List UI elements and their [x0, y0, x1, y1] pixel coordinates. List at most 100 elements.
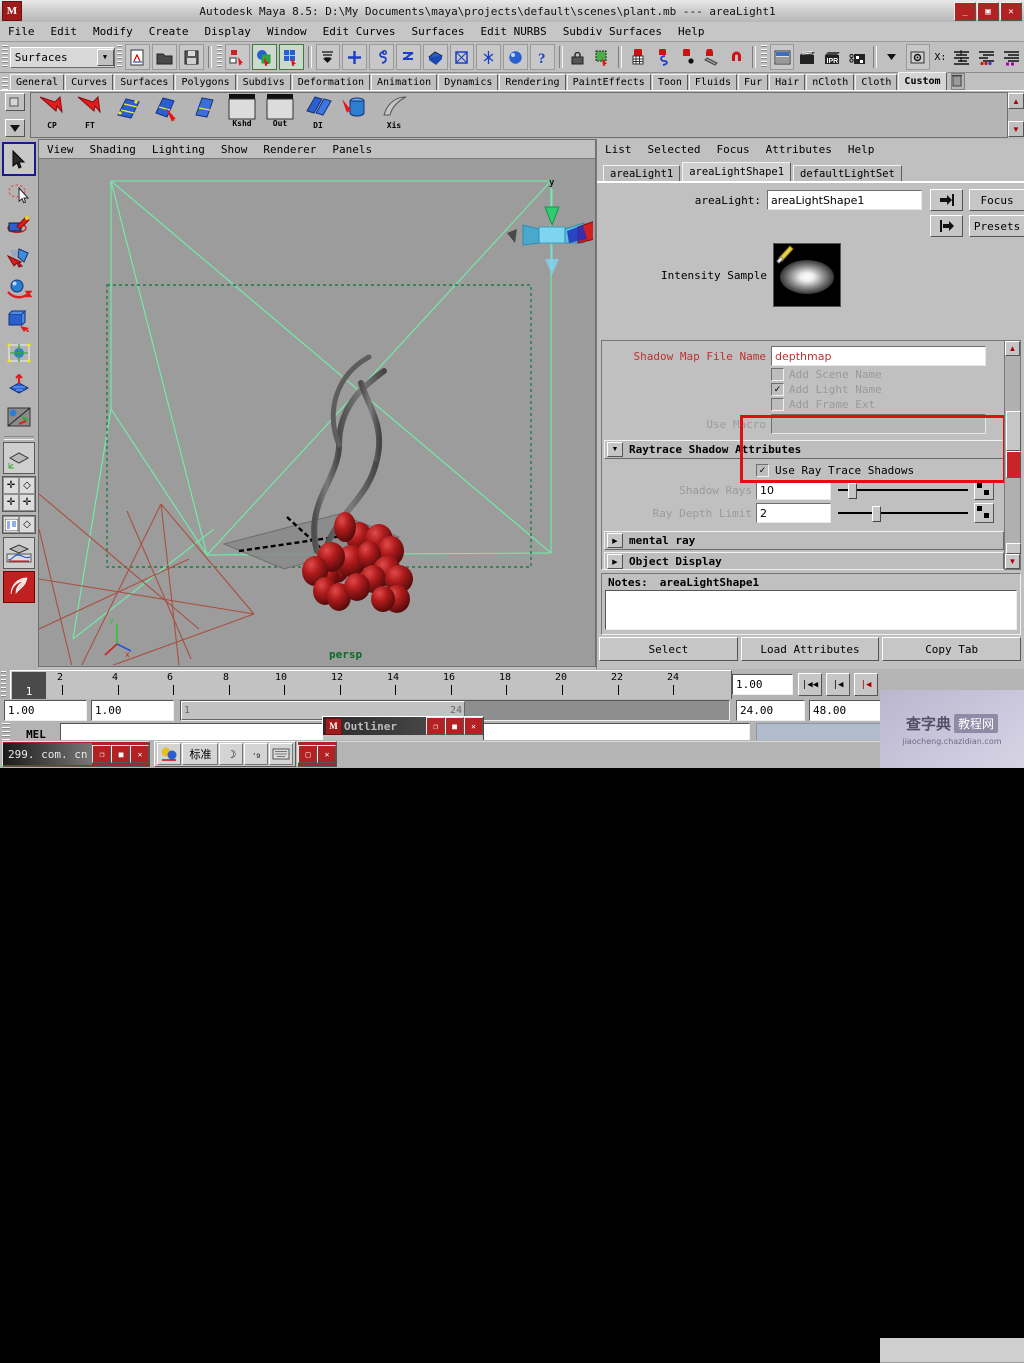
- ae-tab-defaultlightset[interactable]: defaultLightSet: [793, 165, 902, 181]
- menu-create[interactable]: Create: [141, 24, 197, 39]
- scrollbar-marker[interactable]: [1006, 451, 1021, 478]
- soft-modification-tool[interactable]: [4, 370, 34, 400]
- animation-start-time-field[interactable]: 1.00: [4, 699, 87, 721]
- ime-mode-label[interactable]: 标准: [182, 743, 219, 765]
- shadow-map-file-name-input[interactable]: depthmap: [771, 346, 986, 366]
- chevron-down-icon[interactable]: [880, 45, 904, 69]
- shelf-tab-animation[interactable]: Animation: [371, 74, 438, 90]
- ae-menu-selected[interactable]: Selected: [640, 143, 709, 156]
- menu-help[interactable]: Help: [670, 24, 713, 39]
- paint-effects-layout[interactable]: [3, 571, 35, 603]
- ae-menu-focus[interactable]: Focus: [708, 143, 757, 156]
- ime-logo-icon[interactable]: [157, 743, 182, 765]
- render-view-icon[interactable]: [905, 44, 931, 70]
- shelf-item-cylinder[interactable]: [339, 93, 373, 135]
- shadow-rays-slider[interactable]: [838, 482, 968, 499]
- shelf-item-surface-3[interactable]: [187, 93, 221, 135]
- taskbar-extra-restore-button[interactable]: □: [298, 745, 318, 763]
- taskbar-restore-button[interactable]: ■: [111, 745, 131, 763]
- presets-button[interactable]: Presets: [969, 215, 1024, 237]
- intensity-sample-swatch[interactable]: [773, 243, 841, 307]
- shelf-tab-dynamics[interactable]: Dynamics: [438, 74, 499, 90]
- shelf-item-kshd[interactable]: Kshd: [225, 93, 259, 135]
- chevron-down-icon[interactable]: ▼: [607, 442, 623, 457]
- ime-keyboard-icon[interactable]: [269, 743, 294, 765]
- select-tool[interactable]: [2, 142, 36, 176]
- add-frame-ext-checkbox[interactable]: [771, 398, 784, 411]
- viewport-menu-lighting[interactable]: Lighting: [144, 143, 213, 156]
- ime-toolbar[interactable]: 标准 ☽ ·₉: [154, 741, 297, 767]
- shadow-rays-input[interactable]: 10: [756, 480, 831, 500]
- taskbar-extra-close-button[interactable]: ✕: [317, 745, 337, 763]
- tool-settings-icon[interactable]: [1000, 45, 1023, 69]
- current-time-field[interactable]: 1.00: [732, 674, 793, 695]
- raytrace-shadow-section-header[interactable]: ▼ Raytrace Shadow Attributes: [604, 440, 1004, 459]
- shelf-tab-rendering[interactable]: Rendering: [499, 74, 566, 90]
- menu-edit-nurbs[interactable]: Edit NURBS: [472, 24, 554, 39]
- new-scene-icon[interactable]: [125, 44, 151, 70]
- component-mask-icon[interactable]: [315, 44, 341, 70]
- statusline-grip[interactable]: [2, 45, 8, 69]
- shelf-tab-subdivs[interactable]: Subdivs: [236, 74, 291, 90]
- render-settings-icon[interactable]: [846, 45, 869, 69]
- shelf-item-ft[interactable]: FT: [73, 93, 107, 135]
- attribute-editor-icon[interactable]: [950, 45, 974, 69]
- menu-modify[interactable]: Modify: [85, 24, 141, 39]
- scroll-up-icon[interactable]: ▲: [1005, 341, 1020, 356]
- paint-selection-tool[interactable]: [4, 210, 34, 240]
- ime-moon-icon[interactable]: ☽: [219, 743, 244, 765]
- focus-button[interactable]: Focus: [969, 189, 1024, 211]
- snap-grid-icon[interactable]: [626, 45, 649, 69]
- quad-pane-br[interactable]: ✛: [19, 494, 35, 511]
- chevron-right-icon[interactable]: ▶: [607, 533, 623, 548]
- mental-ray-section-header[interactable]: ▶ mental ray: [604, 531, 1004, 550]
- taskbar-close-button[interactable]: ✕: [130, 745, 150, 763]
- add-scene-name-checkbox[interactable]: [771, 368, 784, 381]
- select-button[interactable]: Select: [599, 637, 738, 661]
- copy-tab-button[interactable]: Copy Tab: [882, 637, 1022, 661]
- go-to-start-icon[interactable]: |◀◀: [798, 673, 822, 696]
- object-display-section-header[interactable]: ▶ Object Display: [604, 552, 1004, 569]
- taskbar-minimize-button[interactable]: ❐: [92, 745, 112, 763]
- shelf-item-surface-2[interactable]: [149, 93, 183, 135]
- outliner-pane-icon[interactable]: [3, 516, 19, 533]
- shelf-tab-polygons[interactable]: Polygons: [175, 74, 236, 90]
- menu-surfaces[interactable]: Surfaces: [403, 24, 472, 39]
- viewport-menu-panels[interactable]: Panels: [324, 143, 380, 156]
- select-by-object-icon[interactable]: [252, 44, 277, 70]
- lasso-tool[interactable]: [4, 178, 34, 208]
- shelf-tab-ncloth[interactable]: nCloth: [806, 74, 855, 90]
- menu-edit[interactable]: Edit: [43, 24, 86, 39]
- trash-icon[interactable]: [950, 73, 965, 90]
- ae-menu-help[interactable]: Help: [840, 143, 883, 156]
- shelf-tab-curves[interactable]: Curves: [65, 74, 114, 90]
- menu-display[interactable]: Display: [197, 24, 259, 39]
- open-scene-icon[interactable]: [152, 44, 177, 70]
- outliner-restore-button[interactable]: ■: [445, 717, 464, 735]
- menu-window[interactable]: Window: [259, 24, 315, 39]
- move-tool[interactable]: [4, 242, 34, 272]
- time-slider-grip[interactable]: [1, 671, 6, 697]
- shelf-tab-general[interactable]: General: [10, 74, 65, 90]
- nav-input-icon[interactable]: [930, 189, 964, 211]
- magnet-icon[interactable]: [725, 45, 749, 69]
- ae-node-name-input[interactable]: areaLightShape1: [766, 190, 923, 210]
- statusline-grip-3[interactable]: [216, 45, 223, 69]
- ae-attribute-scroll-area[interactable]: Shadow Map File Name depthmap Add Scene …: [601, 340, 1007, 570]
- shelf-tab-custom[interactable]: Custom: [898, 72, 947, 90]
- menu-subdiv-surfaces[interactable]: Subdiv Surfaces: [555, 24, 670, 39]
- render-sphere-icon[interactable]: [503, 44, 528, 70]
- playback-end-time-field[interactable]: 24.00: [736, 699, 805, 721]
- menu-set-selector[interactable]: Surfaces ▼: [9, 46, 115, 68]
- shelf-tab-painteffects[interactable]: PaintEffects: [566, 74, 651, 90]
- snap-point-icon[interactable]: [675, 45, 699, 69]
- shelf-grip[interactable]: [2, 77, 8, 90]
- chevron-right-icon[interactable]: ▶: [607, 554, 623, 569]
- step-back-frame-icon[interactable]: |◀: [854, 673, 878, 696]
- shelf-tab-toon[interactable]: Toon: [651, 74, 688, 90]
- shelf-tab-cloth[interactable]: Cloth: [855, 74, 898, 90]
- quad-pane-tr[interactable]: ◇: [19, 477, 35, 494]
- ae-tab-arealightshape1[interactable]: areaLightShape1: [682, 162, 792, 181]
- select-by-hierarchy-icon[interactable]: [225, 44, 251, 70]
- shelf-tab-fluids[interactable]: Fluids: [688, 74, 738, 90]
